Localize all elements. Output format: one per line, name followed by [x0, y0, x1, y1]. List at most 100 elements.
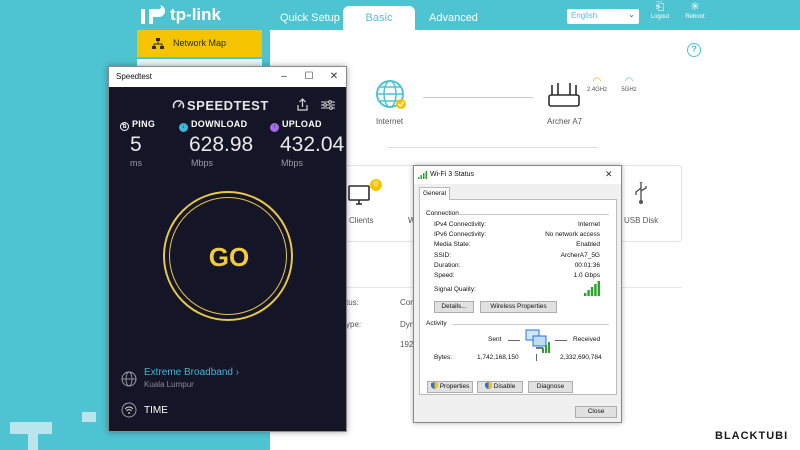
uac-shield-icon [430, 382, 438, 389]
speedtest-gauge-icon [172, 100, 185, 109]
logout-button[interactable]: ⎗ Logout [643, 1, 677, 20]
dialog-close-button[interactable]: Close [575, 406, 617, 418]
band-label: 2.4GHz [586, 87, 608, 93]
usb-icon [635, 182, 647, 204]
ipv4-value: Internet [577, 221, 600, 228]
general-panel [419, 199, 617, 395]
tp-link-brand: tp-link [170, 5, 221, 24]
sent-label: Sent [488, 336, 502, 343]
close-button[interactable]: ✕ [324, 70, 344, 83]
properties-label: Properties [439, 383, 470, 390]
ipv4-label: IPv4 Connectivity: [434, 221, 487, 228]
logout-label: Logout [650, 14, 670, 20]
ip-value-fragment: 192 [400, 340, 414, 349]
download-unit: Mbps [191, 158, 214, 168]
connection-line [423, 97, 533, 98]
language-value: English [571, 11, 598, 20]
activity-heading: Activity [426, 320, 447, 327]
tab-general[interactable]: General [419, 187, 450, 200]
internet-globe-icon[interactable] [375, 79, 407, 111]
sidebar-item-network-map[interactable]: Network Map [137, 30, 262, 57]
decorative-shape [82, 412, 96, 422]
speedtest-titlebar[interactable]: Speedtest – ☐ ✕ [109, 67, 346, 87]
maximize-button[interactable]: ☐ [299, 70, 319, 83]
usb-disk-label: USB Disk [624, 216, 659, 225]
close-icon[interactable]: ✕ [605, 169, 613, 180]
ping-icon: ⇅ [120, 122, 129, 131]
duration-value: 00:01:36 [574, 262, 600, 269]
band-5ghz-indicator[interactable]: ◠ 5GHz [617, 76, 641, 93]
isp-location: Kuala Lumpur [144, 380, 194, 389]
wifi-icon: ◠ [592, 76, 602, 87]
activity-line [555, 340, 567, 341]
bytes-sent: 1,742,168,150 [477, 354, 519, 361]
isp-name: Extreme Broadband [144, 367, 233, 378]
clients-label: Clients [349, 216, 374, 225]
ipv6-label: IPv6 Connectivity: [434, 231, 487, 238]
globe-icon [121, 371, 137, 387]
upload-value: 432.04 [280, 133, 345, 156]
clients-count-badge: 0 [370, 179, 382, 191]
uac-shield-icon [484, 382, 492, 389]
wifi-icon: ◠ [624, 76, 634, 87]
reboot-label: Reboot [685, 14, 705, 20]
language-select[interactable]: English ⌄ [567, 9, 639, 24]
speed-label: Speed: [434, 272, 455, 279]
bytes-label: Bytes: [434, 354, 453, 361]
duration-label: Duration: [434, 262, 461, 269]
details-button[interactable]: Details... [434, 301, 474, 313]
diagnose-button[interactable]: Diagnose [528, 381, 573, 393]
dialog-titlebar[interactable]: Wi-Fi 3 Status ✕ [414, 166, 621, 184]
reboot-icon: ✳ [690, 1, 700, 13]
ipv6-value: No network access [545, 231, 600, 238]
speedtest-brand: SPEEDTEST [187, 98, 269, 113]
go-label: GO [208, 242, 250, 272]
settings-sliders-icon[interactable] [321, 100, 335, 110]
router-icon[interactable] [548, 81, 580, 109]
status-label-fragment: tus: [346, 298, 359, 307]
decorative-shape [28, 434, 38, 450]
received-label: Received [573, 336, 601, 343]
media-state-label: Media State: [434, 241, 471, 248]
network-map-icon [152, 38, 164, 49]
decorative-shape [10, 422, 52, 434]
minimize-button[interactable]: – [274, 70, 294, 83]
download-value: 628.98 [189, 133, 254, 156]
server-label[interactable]: TIME [144, 405, 168, 416]
signal-quality-label: Signal Quality: [434, 286, 476, 293]
band-label: 5GHz [621, 87, 637, 93]
ping-value: 5 [130, 133, 142, 156]
reboot-button[interactable]: ✳ Reboot [678, 1, 712, 20]
watermark: BLACKTUBI [715, 430, 789, 442]
internet-label: Internet [376, 117, 404, 126]
speed-value: 1.0 Gbps [573, 272, 600, 279]
usb-disk-card[interactable] [620, 165, 682, 242]
group-divider [458, 214, 609, 215]
download-arrow-icon: ↓ [179, 123, 188, 132]
type-label-fragment: ype: [346, 320, 362, 329]
sidebar-item-label: Network Map [173, 38, 227, 48]
properties-button[interactable]: Properties [427, 381, 473, 393]
activity-divider [536, 354, 537, 361]
nav-basic-tab[interactable]: Basic [343, 6, 415, 31]
download-header: ↓ DOWNLOAD [179, 119, 247, 132]
disable-label: Disable [493, 383, 516, 390]
nav-advanced[interactable]: Advanced [429, 12, 478, 24]
signal-bar [594, 284, 597, 296]
signal-bar [587, 290, 590, 296]
share-icon[interactable] [297, 98, 308, 111]
go-button[interactable]: GO [169, 197, 287, 315]
group-divider [452, 324, 609, 325]
chevron-down-icon: ⌄ [628, 10, 635, 19]
dialog-title: Wi-Fi 3 Status [430, 171, 474, 178]
disable-button[interactable]: Disable [477, 381, 523, 393]
nav-quick-setup[interactable]: Quick Setup [280, 12, 340, 24]
wireless-properties-button[interactable]: Wireless Properties [480, 301, 557, 313]
download-label: DOWNLOAD [191, 119, 248, 129]
chevron-right-icon: › [235, 367, 240, 378]
ping-label: PING [132, 119, 156, 129]
band-24ghz-indicator[interactable]: ◠ 2.4GHz [585, 76, 609, 93]
signal-bar [597, 281, 600, 296]
help-icon[interactable]: ? [687, 43, 701, 57]
isp-link[interactable]: Extreme Broadband › [144, 367, 239, 378]
